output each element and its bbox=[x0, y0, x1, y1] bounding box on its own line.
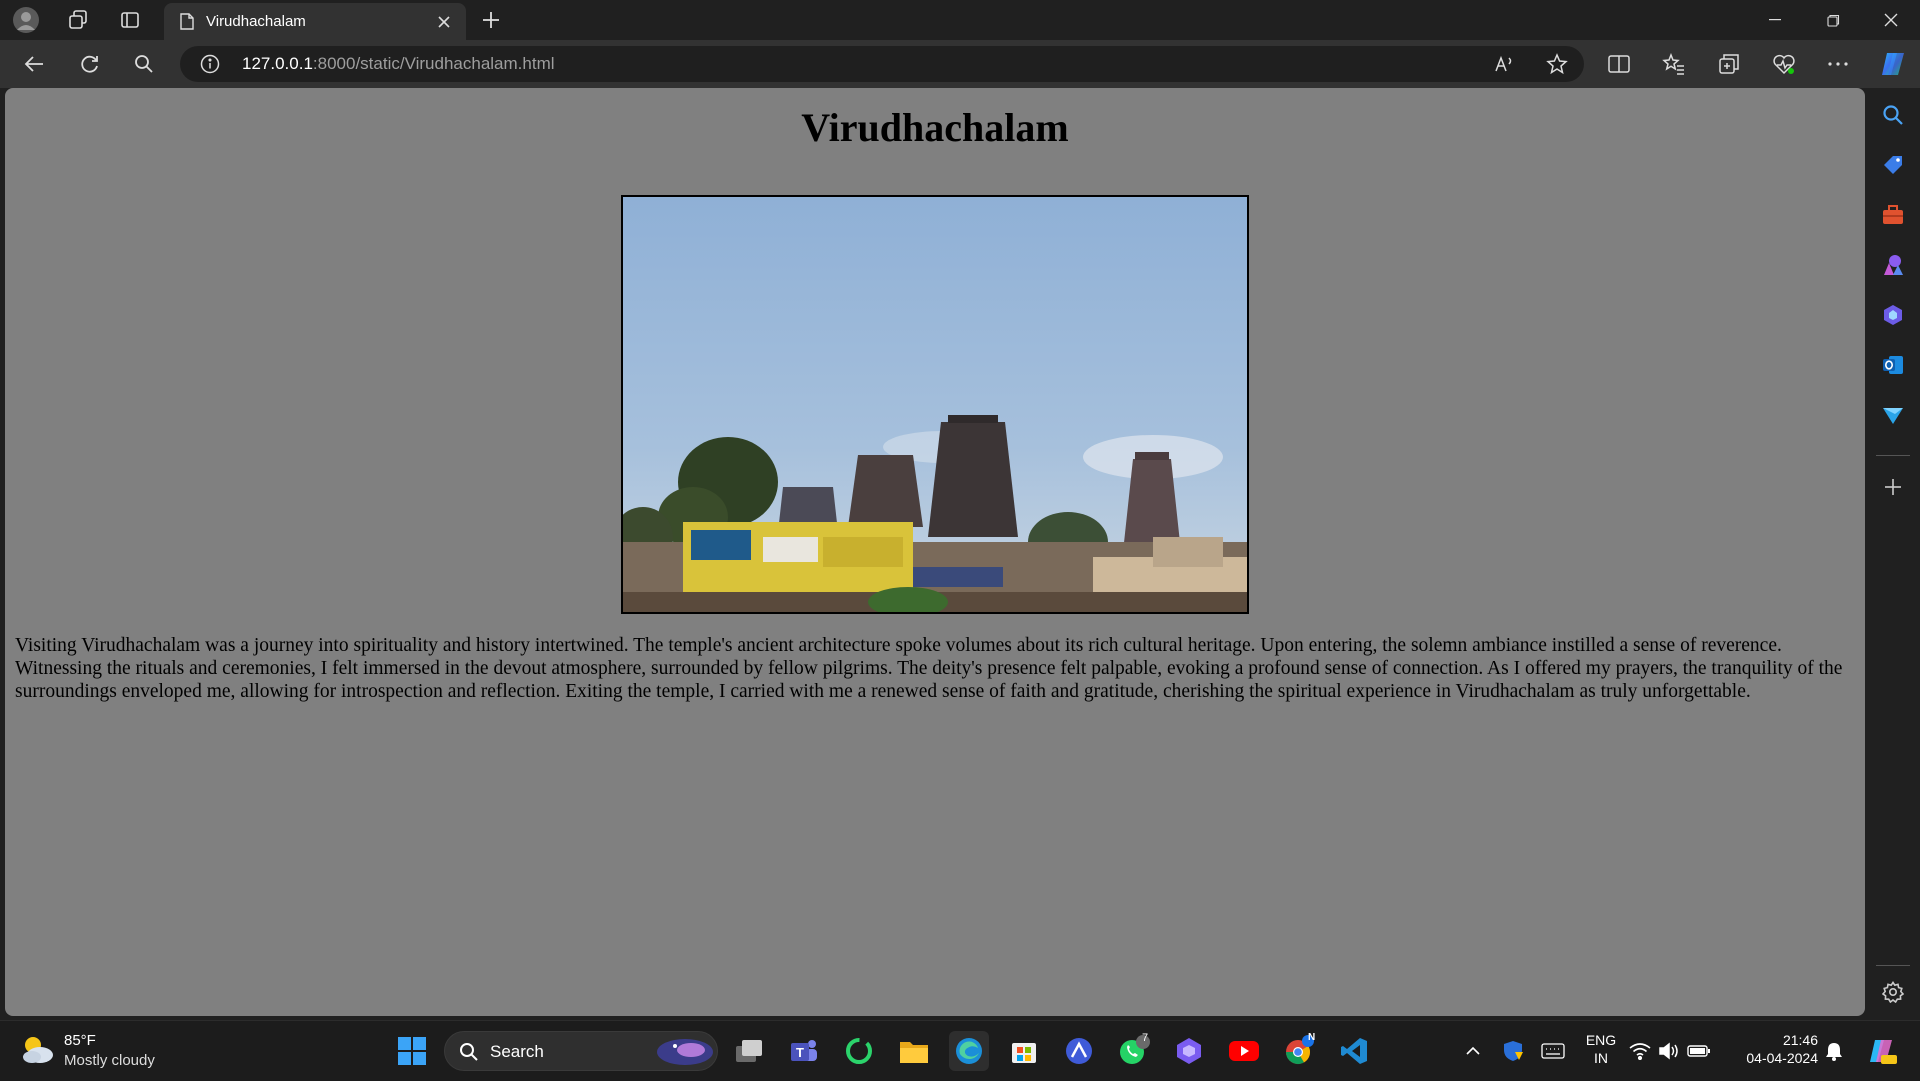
chrome-icon[interactable]: N bbox=[1279, 1031, 1319, 1071]
page-viewport: Virudhachalam Visiting Virudhachalam was… bbox=[5, 88, 1865, 1016]
clock-time: 21:46 bbox=[1782, 1032, 1818, 1048]
search-highlight-image bbox=[657, 1039, 713, 1065]
language-code: ENG bbox=[1585, 1032, 1617, 1048]
url-host: 127.0.0.1 bbox=[242, 54, 313, 73]
edge-browser-icon[interactable] bbox=[949, 1031, 989, 1071]
sidebar-divider-bottom bbox=[1876, 965, 1910, 966]
weather-temperature: 85°F bbox=[64, 1032, 96, 1049]
tab-actions-icon[interactable] bbox=[116, 6, 144, 34]
clock[interactable]: 21:46 04-04-2024 bbox=[1732, 1031, 1818, 1067]
sidebar-shopping-icon[interactable] bbox=[1879, 151, 1907, 179]
copilot-tray-icon[interactable] bbox=[1862, 1031, 1902, 1071]
url-path: :8000/static/Virudhachalam.html bbox=[312, 54, 555, 73]
url-text[interactable]: 127.0.0.1:8000/static/Virudhachalam.html bbox=[242, 54, 555, 74]
clock-date: 04-04-2024 bbox=[1746, 1050, 1818, 1066]
sidebar-outlook-icon[interactable] bbox=[1879, 351, 1907, 379]
favorite-star-icon[interactable] bbox=[1545, 52, 1569, 76]
microsoft-store-icon[interactable] bbox=[1004, 1031, 1044, 1071]
more-options-icon[interactable] bbox=[1822, 48, 1854, 80]
task-view-icon[interactable] bbox=[729, 1031, 769, 1071]
copilot-icon[interactable] bbox=[1877, 48, 1909, 80]
chrome-profile-badge: N bbox=[1308, 1032, 1316, 1043]
browser-toolbar: 127.0.0.1:8000/static/Virudhachalam.html bbox=[0, 40, 1920, 88]
edge-sidebar bbox=[1866, 88, 1920, 1016]
new-tab-button[interactable] bbox=[477, 6, 505, 34]
start-button-icon[interactable] bbox=[392, 1031, 432, 1071]
youtube-icon[interactable] bbox=[1224, 1031, 1264, 1071]
search-page-icon[interactable] bbox=[128, 48, 160, 80]
whatsapp-icon[interactable]: 7 bbox=[1114, 1031, 1154, 1071]
favorites-icon[interactable] bbox=[1658, 48, 1690, 80]
sidebar-copilot-app-icon[interactable] bbox=[1879, 301, 1907, 329]
taskbar-search-icon bbox=[460, 1043, 478, 1061]
wifi-icon[interactable] bbox=[1627, 1031, 1653, 1071]
copilot-app-taskbar-icon[interactable] bbox=[1169, 1031, 1209, 1071]
windows-taskbar: 85°F Mostly cloudy Search T 7 N ENG IN 2… bbox=[0, 1020, 1920, 1081]
cloudy-weather-icon bbox=[23, 1037, 53, 1063]
sidebar-settings-icon[interactable] bbox=[1879, 978, 1907, 1006]
back-button[interactable] bbox=[18, 48, 50, 80]
weather-widget[interactable]: 85°F Mostly cloudy bbox=[0, 1021, 170, 1081]
volume-icon[interactable] bbox=[1656, 1031, 1682, 1071]
read-aloud-icon[interactable] bbox=[1493, 52, 1517, 76]
collections-icon[interactable] bbox=[1713, 48, 1745, 80]
app-a-icon[interactable] bbox=[1059, 1031, 1099, 1071]
tab-title: Virudhachalam bbox=[206, 13, 306, 30]
address-bar[interactable]: 127.0.0.1:8000/static/Virudhachalam.html bbox=[180, 46, 1584, 82]
language-indicator[interactable]: ENG IN bbox=[1580, 1031, 1622, 1067]
minimize-button[interactable] bbox=[1745, 0, 1805, 40]
security-shield-icon[interactable] bbox=[1493, 1031, 1533, 1071]
document-icon bbox=[180, 13, 194, 30]
workspaces-icon[interactable] bbox=[64, 6, 92, 34]
show-hidden-icons-chevron-icon[interactable] bbox=[1453, 1031, 1493, 1071]
circular-app-icon[interactable] bbox=[839, 1031, 879, 1071]
sidebar-search-icon[interactable] bbox=[1879, 101, 1907, 129]
vscode-icon[interactable] bbox=[1334, 1031, 1374, 1071]
page-heading: Virudhachalam bbox=[801, 105, 1069, 150]
sidebar-send-icon[interactable] bbox=[1879, 401, 1907, 429]
keyboard-icon[interactable] bbox=[1533, 1031, 1573, 1071]
tab-close-icon[interactable] bbox=[430, 8, 458, 36]
tab-active[interactable]: Virudhachalam bbox=[164, 3, 466, 40]
notification-bell-icon[interactable] bbox=[1814, 1031, 1854, 1071]
browser-essentials-icon[interactable] bbox=[1768, 48, 1800, 80]
sidebar-divider bbox=[1876, 455, 1910, 456]
weather-condition: Mostly cloudy bbox=[64, 1052, 155, 1069]
profile-avatar-icon[interactable] bbox=[12, 6, 40, 34]
file-explorer-icon[interactable] bbox=[894, 1031, 934, 1071]
taskbar-search-label: Search bbox=[490, 1042, 544, 1061]
sidebar-add-icon[interactable] bbox=[1879, 473, 1907, 501]
taskbar-search-box[interactable]: Search bbox=[444, 1031, 718, 1071]
teams-icon[interactable]: T bbox=[784, 1031, 824, 1071]
close-window-button[interactable] bbox=[1861, 0, 1920, 40]
page-paragraph: Visiting Virudhachalam was a journey int… bbox=[15, 635, 1843, 702]
refresh-button[interactable] bbox=[74, 48, 106, 80]
sidebar-games-icon[interactable] bbox=[1879, 251, 1907, 279]
region-code: IN bbox=[1594, 1050, 1608, 1066]
split-screen-icon[interactable] bbox=[1603, 48, 1635, 80]
site-info-icon[interactable] bbox=[200, 54, 220, 74]
restore-button[interactable] bbox=[1803, 0, 1863, 40]
sidebar-tools-icon[interactable] bbox=[1879, 201, 1907, 229]
battery-icon[interactable] bbox=[1685, 1031, 1713, 1071]
svg-text:T: T bbox=[796, 1045, 804, 1060]
whatsapp-badge: 7 bbox=[1142, 1032, 1149, 1044]
title-bar: Virudhachalam bbox=[0, 0, 1920, 40]
temple-photo bbox=[621, 195, 1249, 614]
